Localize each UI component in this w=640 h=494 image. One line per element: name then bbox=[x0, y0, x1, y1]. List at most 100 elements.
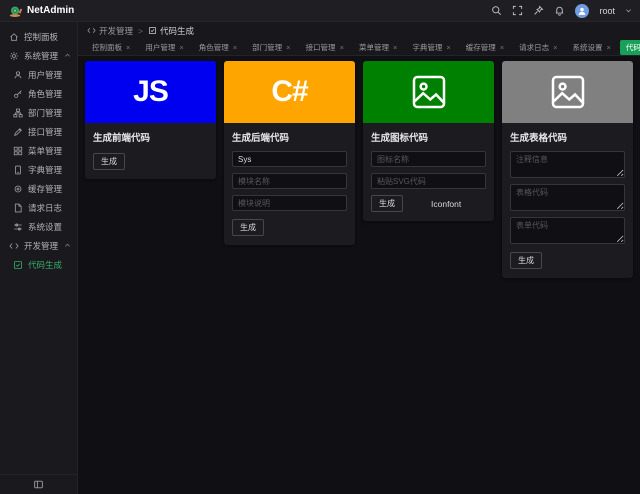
sidebar-item-12[interactable]: 代码生成 bbox=[0, 255, 77, 274]
sidebar-item-3[interactable]: 角色管理 bbox=[0, 84, 77, 103]
tab-0[interactable]: 控制面板 × bbox=[86, 40, 136, 55]
tab-close-icon[interactable]: × bbox=[500, 43, 504, 52]
tab-close-icon[interactable]: × bbox=[340, 43, 344, 52]
breadcrumb-label: 开发管理 bbox=[99, 25, 134, 36]
card-title: 生成表格代码 bbox=[510, 133, 568, 144]
tab-8[interactable]: 请求日志 × bbox=[513, 40, 563, 55]
generate-icon-button[interactable]: 生成 bbox=[371, 195, 403, 212]
tab-close-icon[interactable]: × bbox=[286, 43, 290, 52]
js-banner: JS bbox=[85, 61, 216, 123]
sidebar-item-10[interactable]: 系统设置 bbox=[0, 217, 77, 236]
tab-1[interactable]: 用户管理 × bbox=[139, 40, 189, 55]
sidebar-item-8[interactable]: 缓存管理 bbox=[0, 179, 77, 198]
codegen-content: JS 生成前端代码 生成 C# 生成后端代码 Sys 模块名称 模块说明 生成 … bbox=[78, 56, 640, 494]
tab-10[interactable]: 代码生成 × bbox=[619, 39, 640, 55]
card-title: 生成图标代码 bbox=[371, 133, 429, 144]
main-area: 开发管理 > 代码生成 控制面板 × 用户管理 × 角色管理 × 部门管理 × … bbox=[78, 22, 640, 494]
sidebar-item-0[interactable]: 控制面板 bbox=[0, 27, 77, 46]
tab-close-icon[interactable]: × bbox=[126, 43, 130, 52]
sidebar-item-5[interactable]: 接口管理 bbox=[0, 122, 77, 141]
generate-frontend-button[interactable]: 生成 bbox=[93, 153, 125, 170]
svg-code-input[interactable] bbox=[371, 173, 486, 189]
codegen-icon bbox=[148, 26, 157, 35]
tab-6[interactable]: 字典管理 × bbox=[406, 40, 456, 55]
avatar[interactable] bbox=[575, 3, 590, 18]
key-icon bbox=[13, 89, 23, 99]
breadcrumb-label: 代码生成 bbox=[159, 25, 194, 36]
card-title: 生成后端代码 bbox=[232, 133, 290, 144]
tab-close-icon[interactable]: × bbox=[607, 43, 611, 52]
tab-close-icon[interactable]: × bbox=[179, 43, 183, 52]
table-code-textarea[interactable] bbox=[510, 184, 625, 211]
snail-logo-icon bbox=[8, 4, 22, 18]
gear-icon bbox=[9, 51, 19, 61]
sidebar-item-9[interactable]: 请求日志 bbox=[0, 198, 77, 217]
sidebar-collapse-button[interactable] bbox=[0, 474, 77, 494]
tab-close-icon[interactable]: × bbox=[393, 43, 397, 52]
form-code-textarea[interactable] bbox=[510, 217, 625, 244]
pin-icon[interactable] bbox=[533, 5, 544, 16]
username[interactable]: root bbox=[599, 6, 615, 16]
generate-backend-button[interactable]: 生成 bbox=[232, 219, 264, 236]
icon-banner bbox=[363, 61, 494, 123]
tab-7[interactable]: 缓存管理 × bbox=[460, 40, 510, 55]
cache-icon bbox=[13, 184, 23, 194]
book-icon bbox=[13, 165, 23, 175]
collapse-icon bbox=[33, 479, 44, 490]
namespace-input[interactable] bbox=[232, 151, 347, 167]
sidebar-item-6[interactable]: 菜单管理 bbox=[0, 141, 77, 160]
person-icon bbox=[577, 6, 587, 16]
tab-5[interactable]: 菜单管理 × bbox=[353, 40, 403, 55]
image-icon bbox=[409, 72, 449, 112]
brand: NetAdmin bbox=[8, 4, 74, 18]
user-icon bbox=[13, 70, 23, 80]
app-title: NetAdmin bbox=[27, 5, 75, 16]
tab-3[interactable]: 部门管理 × bbox=[246, 40, 296, 55]
tab-bar: 控制面板 × 用户管理 × 角色管理 × 部门管理 × 接口管理 × 菜单管理 … bbox=[78, 39, 640, 56]
breadcrumb-separator: > bbox=[138, 25, 143, 36]
tab-2[interactable]: 角色管理 × bbox=[193, 40, 243, 55]
icon-name-input[interactable] bbox=[371, 151, 486, 167]
card-title: 生成前端代码 bbox=[93, 133, 151, 144]
module-description-input[interactable] bbox=[232, 195, 347, 211]
chevron-down-icon[interactable] bbox=[625, 7, 632, 14]
log-icon bbox=[13, 203, 23, 213]
breadcrumb-item-dev[interactable]: 开发管理 bbox=[87, 25, 133, 37]
search-icon[interactable] bbox=[491, 5, 502, 16]
module-name-input[interactable] bbox=[232, 173, 347, 189]
chevron-up-icon bbox=[64, 242, 71, 249]
breadcrumb-item-codegen[interactable]: 代码生成 bbox=[148, 25, 194, 37]
chevron-up-icon bbox=[64, 52, 71, 59]
breadcrumb: 开发管理 > 代码生成 bbox=[78, 22, 640, 39]
table-banner bbox=[502, 61, 633, 123]
sidebar-item-11[interactable]: 开发管理 bbox=[0, 236, 77, 255]
js-logo-text: JS bbox=[133, 75, 169, 108]
sidebar-item-7[interactable]: 字典管理 bbox=[0, 160, 77, 179]
sliders-icon bbox=[13, 222, 23, 232]
tab-4[interactable]: 接口管理 × bbox=[300, 40, 350, 55]
netadmin-app: NetAdmin root 控制面板 系统管理 用户管理 角色管理 部门管理 接… bbox=[0, 0, 640, 494]
tab-close-icon[interactable]: × bbox=[553, 43, 557, 52]
sidebar-item-2[interactable]: 用户管理 bbox=[0, 65, 77, 84]
csharp-banner: C# bbox=[224, 61, 355, 123]
tab-close-icon[interactable]: × bbox=[446, 43, 450, 52]
tab-close-icon[interactable]: × bbox=[233, 43, 237, 52]
card-generate-icon: 生成图标代码 生成 Iconfont bbox=[363, 61, 494, 221]
comment-info-textarea[interactable] bbox=[510, 151, 625, 178]
bell-icon[interactable] bbox=[554, 5, 565, 16]
csharp-logo-text: C# bbox=[271, 75, 308, 108]
pencil-icon bbox=[13, 127, 23, 137]
header-actions: root bbox=[491, 3, 632, 18]
generate-table-button[interactable]: 生成 bbox=[510, 252, 542, 269]
sidebar-item-4[interactable]: 部门管理 bbox=[0, 103, 77, 122]
iconfont-link[interactable]: Iconfont bbox=[431, 199, 461, 209]
org-icon bbox=[13, 108, 23, 118]
sidebar-item-1[interactable]: 系统管理 bbox=[0, 46, 77, 65]
card-generate-frontend: JS 生成前端代码 生成 bbox=[85, 61, 216, 179]
fullscreen-icon[interactable] bbox=[512, 5, 523, 16]
card-generate-table: 生成表格代码 生成 bbox=[502, 61, 633, 278]
tab-9[interactable]: 系统设置 × bbox=[567, 40, 617, 55]
code-icon bbox=[9, 241, 19, 251]
sidebar-menu: 控制面板 系统管理 用户管理 角色管理 部门管理 接口管理 菜单管理 字典管理 … bbox=[0, 22, 77, 474]
menu-grid-icon bbox=[13, 146, 23, 156]
